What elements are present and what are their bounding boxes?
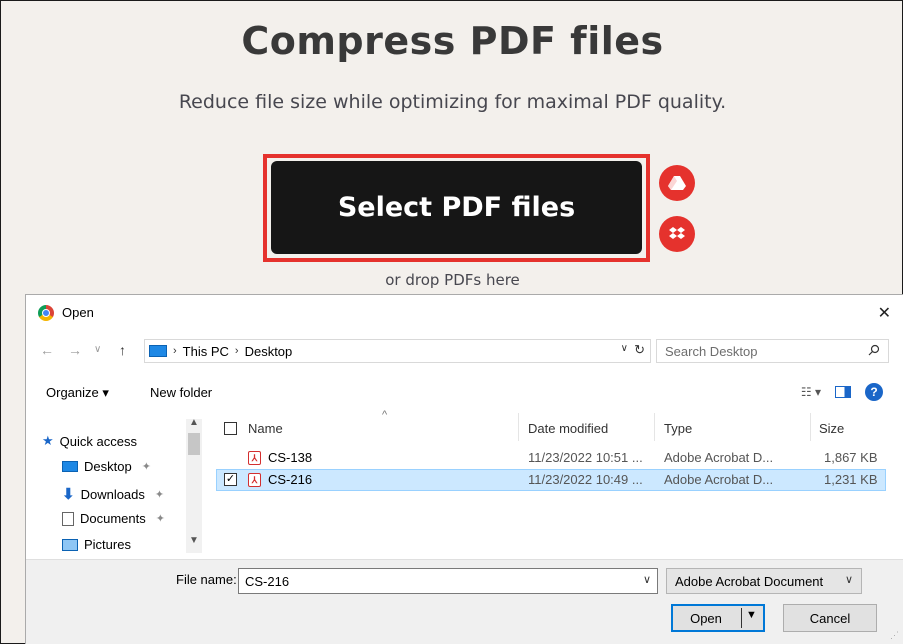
file-name-label: File name: <box>176 572 237 587</box>
close-icon[interactable]: ✕ <box>878 303 891 323</box>
chevron-down-icon: ∨ <box>844 574 853 586</box>
column-divider <box>518 413 519 441</box>
pictures-icon <box>62 538 78 551</box>
cancel-button[interactable]: Cancel <box>783 604 877 632</box>
file-type-select[interactable]: Adobe Acrobat Document ∨ <box>666 568 862 594</box>
documents-icon <box>62 511 74 526</box>
table-row[interactable]: ⅄ CS-138 11/23/2022 10:51 ... Adobe Acro… <box>216 447 886 469</box>
dialog-titlebar: Open ✕ <box>26 295 903 330</box>
view-options-icon[interactable]: ☷ ▾ <box>801 385 821 399</box>
refresh-icon[interactable]: ↻ <box>634 342 645 358</box>
select-pdf-files-button[interactable]: Select PDF files <box>271 161 642 254</box>
this-pc-icon <box>149 345 167 357</box>
dialog-footer: File name: CS-216 ∨ Adobe Acrobat Docume… <box>26 559 903 644</box>
sidebar-item-label: Desktop <box>84 459 132 474</box>
dialog-toolbar: Organize ▾ New folder ☷ ▾ ? <box>26 379 903 407</box>
new-folder-button[interactable]: New folder <box>150 385 212 400</box>
resize-grip-icon[interactable]: ⋰ <box>890 630 899 641</box>
column-header-name[interactable]: Name <box>248 421 283 436</box>
open-file-dialog: Open ✕ ← → ∨ ↑ › This PC › Desktop ∨ ↻ S… <box>25 294 903 644</box>
chevron-right-icon: › <box>234 345 239 357</box>
file-type: Adobe Acrobat D... <box>664 472 774 487</box>
dropbox-icon <box>669 227 685 239</box>
back-arrow-icon[interactable]: ← <box>40 342 54 358</box>
file-date: 11/23/2022 10:49 ... <box>528 472 643 487</box>
recent-dropdown-icon[interactable]: ∨ <box>94 344 101 355</box>
sidebar-item-documents[interactable]: Documents ✦ <box>62 511 165 526</box>
page-title: Compress PDF files <box>241 19 664 63</box>
scrollbar-thumb[interactable] <box>188 433 200 455</box>
address-bar[interactable]: › This PC › Desktop ∨ ↻ <box>144 339 651 363</box>
organize-button[interactable]: Organize ▾ <box>46 385 109 401</box>
forward-arrow-icon[interactable]: → <box>68 342 82 358</box>
pdf-file-icon: ⅄ <box>248 451 261 465</box>
search-placeholder: Search Desktop <box>665 343 758 359</box>
pin-icon: ✦ <box>141 461 151 473</box>
sidebar-item-pictures[interactable]: Pictures <box>62 537 131 552</box>
file-list: Name ^ Date modified Type Size ⅄ CS-138 … <box>216 409 886 553</box>
row-checkbox[interactable]: ✓ <box>224 473 237 486</box>
file-size: 1,231 KB <box>824 472 878 487</box>
breadcrumb-this-pc[interactable]: This PC <box>183 344 229 359</box>
chevron-down-icon[interactable]: ▼ <box>746 609 757 621</box>
sort-ascending-icon: ^ <box>382 409 388 421</box>
help-icon[interactable]: ? <box>865 383 883 401</box>
file-name-field[interactable]: CS-216 ∨ <box>238 568 658 594</box>
breadcrumb-desktop[interactable]: Desktop <box>245 344 293 359</box>
sidebar-item-label: Quick access <box>59 433 137 449</box>
navigation-pane: ★ Quick access Desktop ✦ ⬇ Downloads ✦ D… <box>26 413 204 553</box>
column-divider <box>654 413 655 441</box>
drop-hint: or drop PDFs here <box>385 271 520 289</box>
view-controls: ☷ ▾ ? <box>801 383 883 401</box>
address-row: ← → ∨ ↑ › This PC › Desktop ∨ ↻ Search D… <box>26 337 903 365</box>
preview-pane-icon[interactable] <box>835 386 851 398</box>
dropbox-button[interactable] <box>659 216 695 252</box>
chevron-down-icon[interactable]: ∨ <box>643 573 651 586</box>
file-name-value: CS-216 <box>245 573 290 589</box>
star-icon: ★ <box>42 433 54 448</box>
column-header-date[interactable]: Date modified <box>528 421 608 436</box>
sidebar-item-label: Pictures <box>84 537 131 552</box>
desktop-icon <box>62 461 78 472</box>
nav-scrollbar[interactable]: ▲ ▼ <box>186 417 202 553</box>
chevron-right-icon: › <box>173 345 177 357</box>
file-date: 11/23/2022 10:51 ... <box>528 450 643 465</box>
select-all-checkbox[interactable] <box>224 422 237 435</box>
chevron-down-icon[interactable]: ∨ <box>621 343 628 354</box>
sidebar-item-label: Documents <box>80 511 146 526</box>
column-header-type[interactable]: Type <box>664 421 692 436</box>
pin-icon: ✦ <box>154 488 165 501</box>
file-size: 1,867 KB <box>824 450 878 465</box>
chrome-icon <box>38 304 54 321</box>
open-button-label: Open <box>690 610 722 626</box>
download-icon: ⬇ <box>62 486 75 503</box>
sidebar-item-downloads[interactable]: ⬇ Downloads ✦ <box>62 485 164 503</box>
file-type-value: Adobe Acrobat Document <box>675 573 824 589</box>
dialog-title: Open <box>62 305 94 320</box>
search-icon <box>868 344 880 359</box>
column-header-size[interactable]: Size <box>819 421 844 436</box>
sidebar-item-desktop[interactable]: Desktop ✦ <box>62 459 151 474</box>
table-row[interactable]: ✓ ⅄ CS-216 11/23/2022 10:49 ... Adobe Ac… <box>216 469 886 491</box>
column-divider <box>810 413 811 441</box>
google-drive-icon <box>668 176 686 190</box>
sidebar-item-quick-access[interactable]: ★ Quick access <box>42 433 137 449</box>
split-divider <box>741 608 742 628</box>
scroll-down-icon[interactable]: ▼ <box>189 535 199 546</box>
up-arrow-icon[interactable]: ↑ <box>119 342 126 358</box>
scroll-up-icon[interactable]: ▲ <box>189 417 199 428</box>
file-type: Adobe Acrobat D... <box>664 450 774 465</box>
google-drive-button[interactable] <box>659 165 695 201</box>
open-button[interactable]: Open ▼ <box>671 604 765 632</box>
file-name: CS-216 <box>268 472 313 487</box>
sidebar-item-label: Downloads <box>80 486 145 502</box>
page-subtitle: Reduce file size while optimizing for ma… <box>178 91 727 113</box>
pdf-file-icon: ⅄ <box>248 473 261 487</box>
file-name: CS-138 <box>268 450 313 465</box>
pin-icon: ✦ <box>155 513 165 525</box>
search-input[interactable]: Search Desktop <box>656 339 889 363</box>
